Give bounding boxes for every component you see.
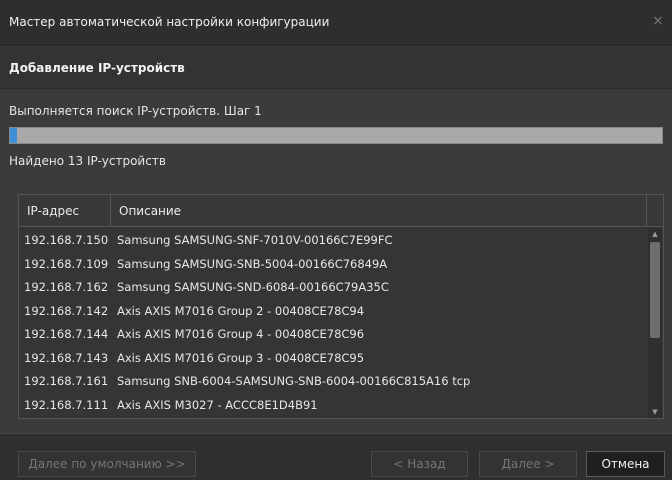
description-cell: Samsung SAMSUNG-SNB-5004-00166C76849A xyxy=(117,256,388,271)
ip-cell: 192.168.7.109 xyxy=(24,256,109,271)
table-row[interactable]: 192.168.7.150 Samsung SAMSUNG-SNF-7010V-… xyxy=(19,228,647,252)
close-icon[interactable]: × xyxy=(650,13,666,29)
devices-table: IP-адрес Описание 192.168.7.150 Samsung … xyxy=(18,194,664,419)
ip-cell: 192.168.7.143 xyxy=(24,350,109,365)
description-cell: Samsung SNB-6004-SAMSUNG-SNB-6004-00166C… xyxy=(117,374,471,388)
table-row[interactable]: 192.168.7.161 Samsung SNB-6004-SAMSUNG-S… xyxy=(19,369,647,393)
title-bar: Мастер автоматической настройки конфигур… xyxy=(0,0,672,46)
next-button[interactable]: Далее > xyxy=(479,451,577,477)
table-header: IP-адрес Описание xyxy=(19,195,663,227)
vertical-scrollbar[interactable]: ▲ ▼ xyxy=(648,228,662,418)
search-status-text: Выполняется поиск IP-устройств. Шаг 1 xyxy=(9,104,262,118)
table-row[interactable]: 192.168.7.162 Samsung SAMSUNG-SND-6084-0… xyxy=(19,275,647,299)
section-header: Добавление IP-устройств xyxy=(0,47,672,89)
ip-cell: 192.168.7.162 xyxy=(24,280,109,294)
description-cell: Axis AXIS M3027 - ACCC8E1D4B91 xyxy=(117,397,318,412)
description-cell: Samsung SAMSUNG-SND-6084-00166C79A35C xyxy=(117,280,389,294)
cancel-button[interactable]: Отмена xyxy=(586,451,665,477)
ip-cell: 192.168.7.111 xyxy=(24,397,109,412)
progress-fill xyxy=(10,128,17,143)
table-row[interactable]: 192.168.7.111 Axis AXIS M3027 - ACCC8E1D… xyxy=(19,393,647,417)
search-progress-bar xyxy=(9,127,663,144)
scrollbar-thumb[interactable] xyxy=(650,242,660,338)
ip-cell: 192.168.7.150 xyxy=(24,233,109,247)
devices-found-text: Найдено 13 IP-устройств xyxy=(9,154,166,168)
ip-cell: 192.168.7.144 xyxy=(24,327,109,341)
table-row[interactable]: 192.168.7.144 Axis AXIS M7016 Group 4 - … xyxy=(19,322,647,346)
table-row[interactable]: 192.168.7.109 Samsung SAMSUNG-SNB-5004-0… xyxy=(19,252,647,276)
scroll-down-arrow-icon[interactable]: ▼ xyxy=(648,406,662,418)
ip-cell: 192.168.7.161 xyxy=(24,374,109,388)
scroll-up-arrow-icon[interactable]: ▲ xyxy=(648,228,662,240)
table-row[interactable]: 192.168.7.142 Axis AXIS M7016 Group 2 - … xyxy=(19,299,647,323)
description-cell: Axis AXIS M7016 Group 2 - 00408CE78C94 xyxy=(117,303,365,318)
ip-cell: 192.168.7.142 xyxy=(24,303,109,318)
description-cell: Axis AXIS M7016 Group 3 - 00408CE78C95 xyxy=(117,350,365,365)
footer-bar: Далее по умолчанию >> < Назад Далее > От… xyxy=(0,433,672,480)
table-row[interactable]: 192.168.7.143 Axis AXIS M7016 Group 3 - … xyxy=(19,346,647,370)
column-header-ip[interactable]: IP-адрес xyxy=(19,195,111,227)
description-cell: Axis AXIS M7016 Group 4 - 00408CE78C96 xyxy=(117,327,365,341)
back-button[interactable]: < Назад xyxy=(371,451,468,477)
description-cell: Samsung SAMSUNG-SNF-7010V-00166C7E99FC xyxy=(117,233,393,247)
window-title: Мастер автоматической настройки конфигур… xyxy=(9,15,330,29)
section-heading: Добавление IP-устройств xyxy=(9,61,185,75)
column-header-description[interactable]: Описание xyxy=(111,195,647,227)
next-by-default-button[interactable]: Далее по умолчанию >> xyxy=(18,451,196,477)
table-body: 192.168.7.150 Samsung SAMSUNG-SNF-7010V-… xyxy=(19,228,647,418)
